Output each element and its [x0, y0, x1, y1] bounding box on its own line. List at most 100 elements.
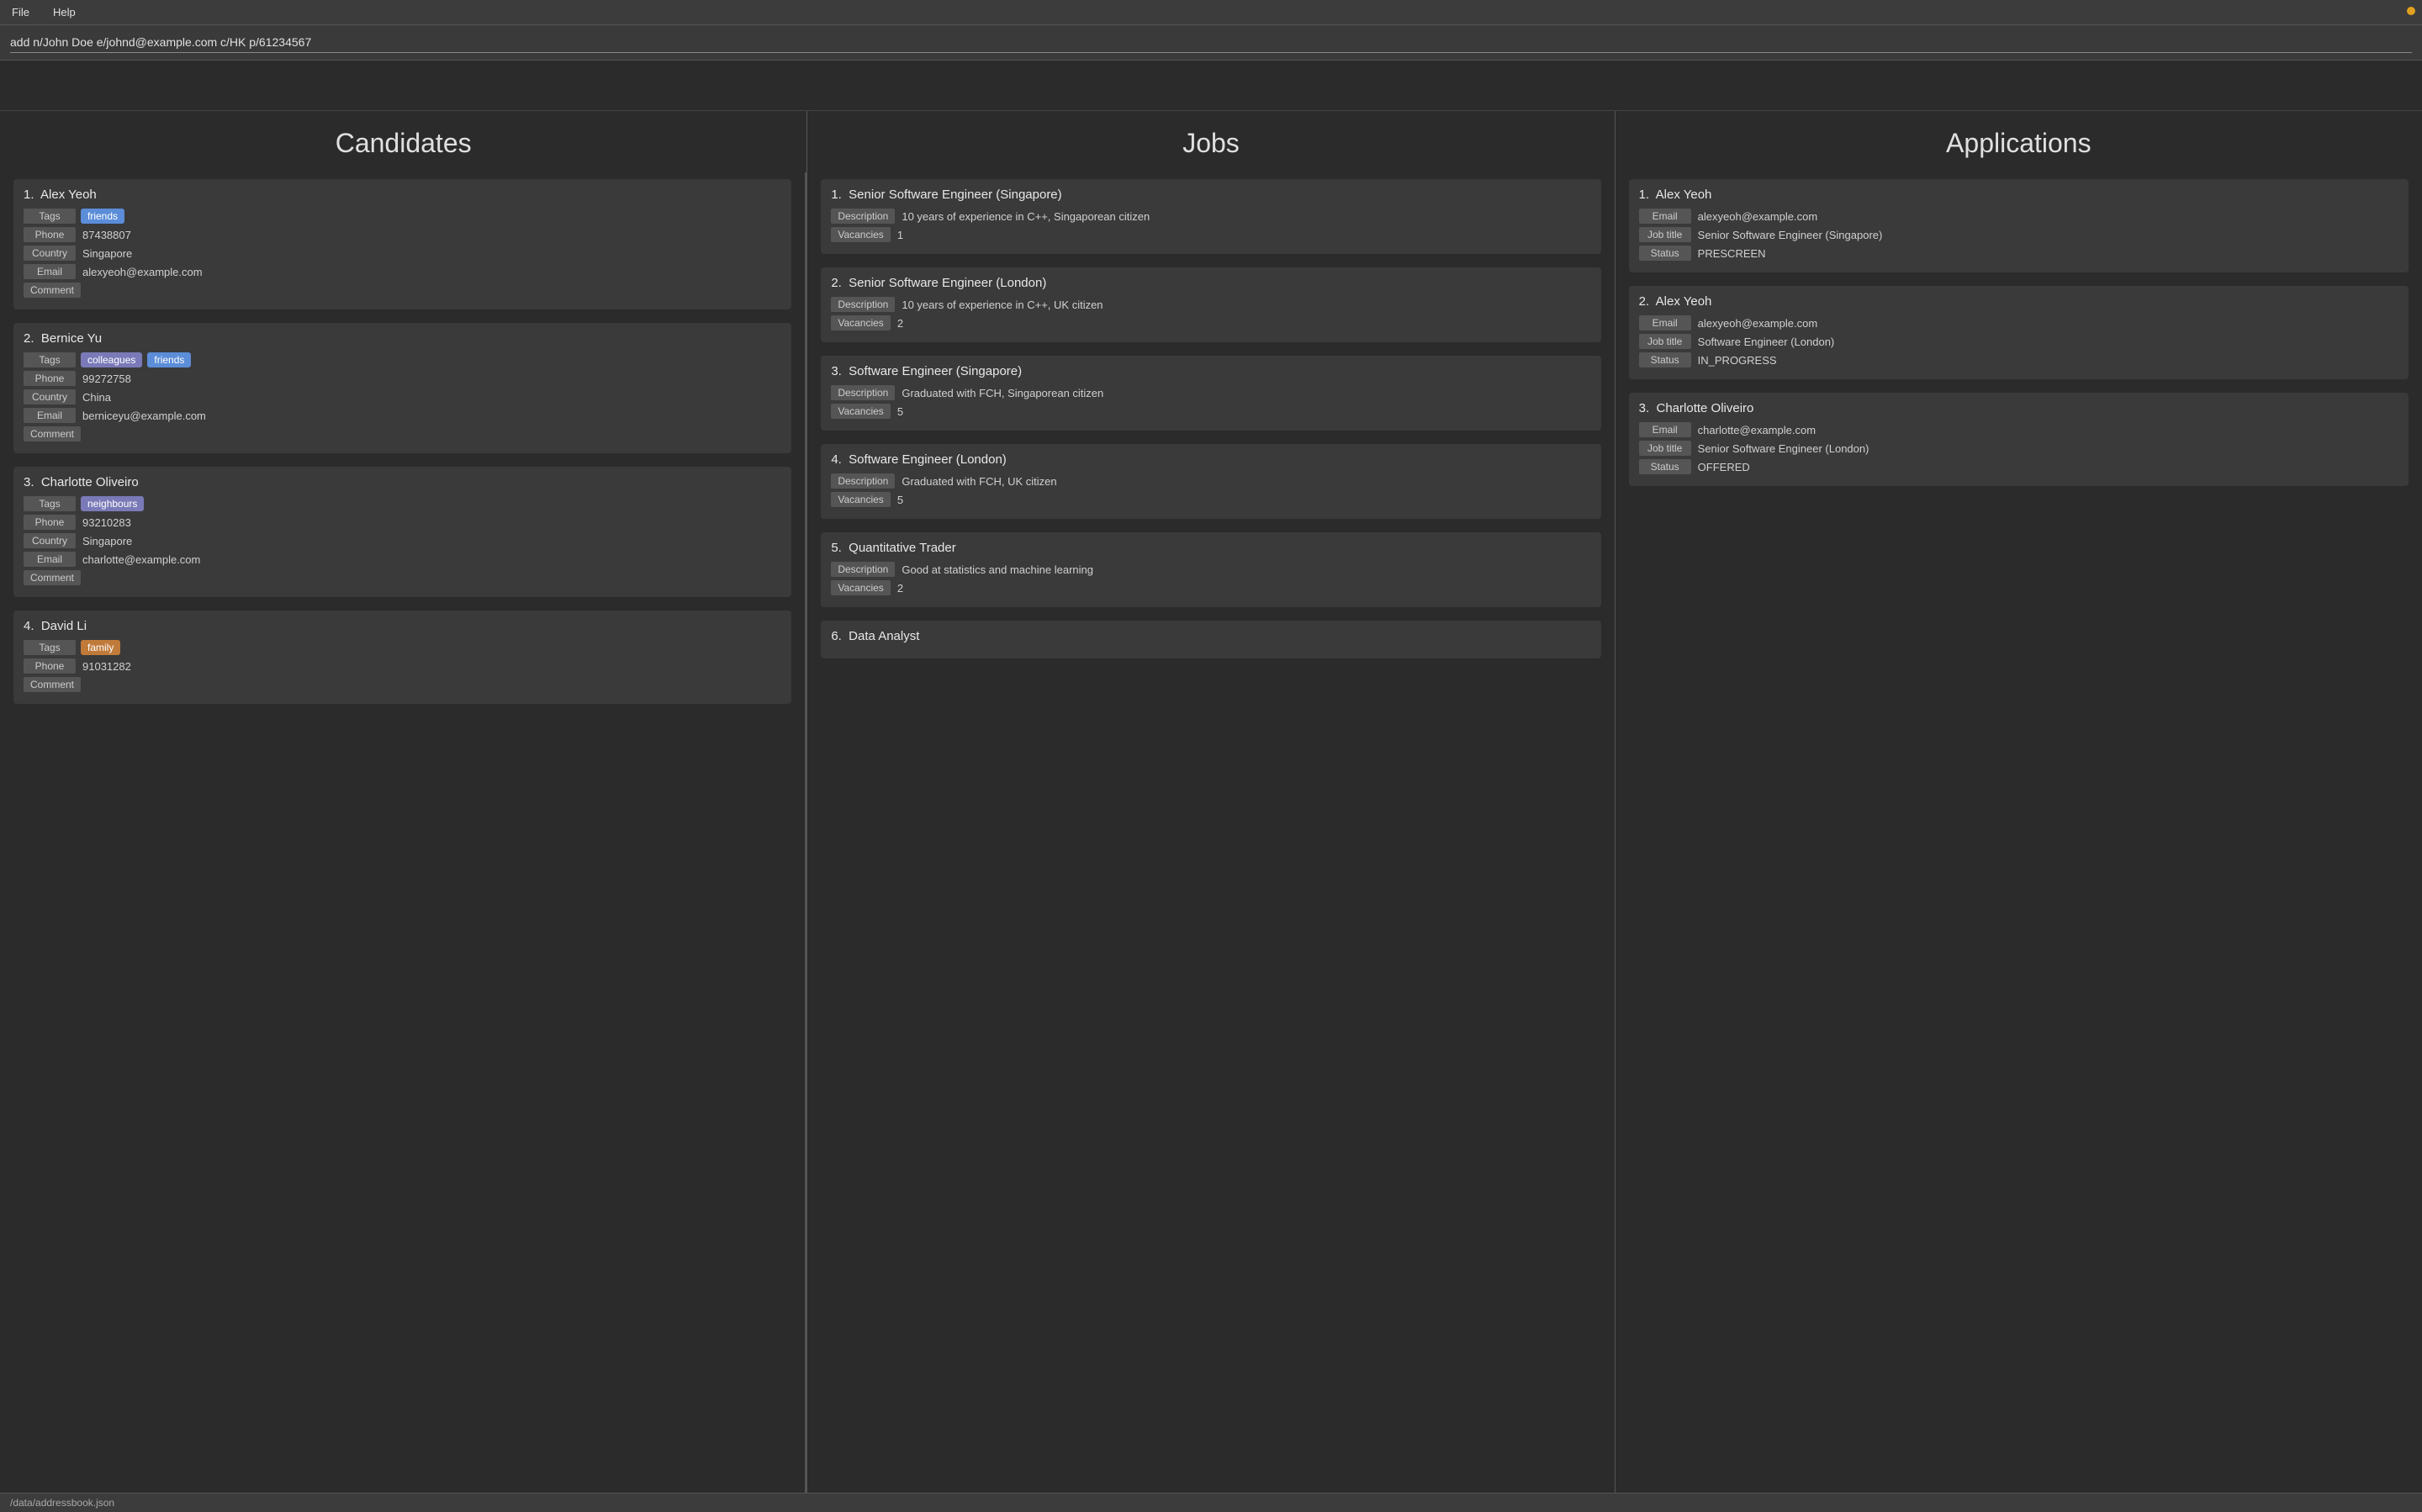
description-label: Description — [831, 473, 895, 489]
phone-value: 93210283 — [82, 516, 131, 529]
app-email-label: Email — [1639, 315, 1691, 330]
phone-label: Phone — [24, 658, 76, 674]
vacancies-label: Vacancies — [831, 227, 890, 242]
app-status-value: PRESCREEN — [1698, 247, 1766, 260]
app-status-label: Status — [1639, 459, 1691, 474]
job-description-row: Description Graduated with FCH, UK citiz… — [831, 473, 1590, 489]
command-bar — [0, 25, 2422, 61]
job-name: 2. Senior Software Engineer (London) — [831, 276, 1590, 290]
app-jobtitle-value: Software Engineer (London) — [1698, 336, 1835, 348]
main-content: Candidates 1. Alex Yeoh Tags friends Pho… — [0, 111, 2422, 1493]
job-description-row: Description Good at statistics and machi… — [831, 562, 1590, 577]
candidate-country-row: Country Singapore — [24, 246, 781, 261]
status-bar: /data/addressbook.json — [0, 1493, 2422, 1512]
app-status-row: Status PRESCREEN — [1639, 246, 2398, 261]
job-name: 3. Software Engineer (Singapore) — [831, 364, 1590, 378]
job-vacancies-row: Vacancies 5 — [831, 404, 1590, 419]
candidates-column: Candidates 1. Alex Yeoh Tags friends Pho… — [0, 111, 807, 1493]
app-status-value: OFFERED — [1698, 461, 1750, 473]
tags-label: Tags — [24, 209, 76, 224]
candidate-tags-row: Tags neighbours — [24, 496, 781, 511]
app-status-label: Status — [1639, 246, 1691, 261]
candidate-tags-row: Tags colleaguesfriends — [24, 352, 781, 367]
candidate-email-row: Email berniceyu@example.com — [24, 408, 781, 423]
job-card: 6. Data Analyst — [821, 621, 1600, 658]
candidate-comment-row: Comment — [24, 677, 781, 692]
jobs-header: Jobs — [807, 111, 1614, 172]
tags-label: Tags — [24, 496, 76, 511]
country-label: Country — [24, 389, 76, 404]
candidate-tags-row: Tags friends — [24, 209, 781, 224]
app-jobtitle-label: Job title — [1639, 441, 1691, 456]
candidate-country-row: Country China — [24, 389, 781, 404]
comment-label: Comment — [24, 283, 81, 298]
app-email-value: alexyeoh@example.com — [1698, 317, 1818, 330]
vacancies-value: 2 — [897, 317, 903, 330]
tag-friends: friends — [147, 352, 191, 367]
comment-label: Comment — [24, 570, 81, 585]
job-vacancies-row: Vacancies 2 — [831, 580, 1590, 595]
vacancies-value: 1 — [897, 229, 903, 241]
job-description-row: Description Graduated with FCH, Singapor… — [831, 385, 1590, 400]
vacancies-value: 5 — [897, 494, 903, 506]
description-value: 10 years of experience in C++, Singapore… — [902, 210, 1150, 223]
description-value: Good at statistics and machine learning — [902, 563, 1093, 576]
menu-help[interactable]: Help — [48, 4, 81, 20]
app-jobtitle-row: Job title Software Engineer (London) — [1639, 334, 2398, 349]
menu-bar: File Help — [0, 0, 2422, 25]
candidate-phone-row: Phone 87438807 — [24, 227, 781, 242]
vacancies-value: 2 — [897, 582, 903, 595]
job-card: 1. Senior Software Engineer (Singapore) … — [821, 179, 1600, 254]
phone-value: 91031282 — [82, 660, 131, 673]
tags-label: Tags — [24, 640, 76, 655]
candidate-card: 4. David Li Tags family Phone 91031282 C… — [13, 611, 791, 704]
job-vacancies-row: Vacancies 1 — [831, 227, 1590, 242]
candidates-header: Candidates — [0, 111, 806, 172]
tag-neighbours: neighbours — [81, 496, 144, 511]
app-email-label: Email — [1639, 209, 1691, 224]
comment-label: Comment — [24, 426, 81, 441]
job-card: 5. Quantitative Trader Description Good … — [821, 532, 1600, 607]
phone-label: Phone — [24, 227, 76, 242]
description-value: Graduated with FCH, UK citizen — [902, 475, 1056, 488]
app-email-row: Email alexyeoh@example.com — [1639, 209, 2398, 224]
description-label: Description — [831, 209, 895, 224]
candidate-phone-row: Phone 99272758 — [24, 371, 781, 386]
app-status-label: Status — [1639, 352, 1691, 367]
candidate-name: 1. Alex Yeoh — [24, 188, 781, 202]
application-card: 2. Alex Yeoh Email alexyeoh@example.com … — [1629, 286, 2409, 379]
candidate-name: 2. Bernice Yu — [24, 331, 781, 346]
candidate-tags-row: Tags family — [24, 640, 781, 655]
application-name: 1. Alex Yeoh — [1639, 188, 2398, 202]
app-email-label: Email — [1639, 422, 1691, 437]
phone-value: 87438807 — [82, 229, 131, 241]
applications-header: Applications — [1616, 111, 2422, 172]
app-status-value: IN_PROGRESS — [1698, 354, 1777, 367]
app-jobtitle-label: Job title — [1639, 227, 1691, 242]
country-value: Singapore — [82, 535, 132, 547]
command-input[interactable] — [10, 32, 2412, 53]
country-label: Country — [24, 246, 76, 261]
tag-colleagues: colleagues — [81, 352, 142, 367]
menu-file[interactable]: File — [7, 4, 34, 20]
vacancies-label: Vacancies — [831, 580, 890, 595]
email-value: berniceyu@example.com — [82, 410, 206, 422]
candidate-card: 2. Bernice Yu Tags colleaguesfriends Pho… — [13, 323, 791, 453]
app-jobtitle-row: Job title Senior Software Engineer (Sing… — [1639, 227, 2398, 242]
candidate-phone-row: Phone 91031282 — [24, 658, 781, 674]
app-email-row: Email charlotte@example.com — [1639, 422, 2398, 437]
phone-label: Phone — [24, 515, 76, 530]
job-name: 5. Quantitative Trader — [831, 541, 1590, 555]
application-name: 2. Alex Yeoh — [1639, 294, 2398, 309]
app-status-row: Status OFFERED — [1639, 459, 2398, 474]
app-email-value: charlotte@example.com — [1698, 424, 1816, 436]
jobs-list: 1. Senior Software Engineer (Singapore) … — [807, 172, 1614, 1493]
job-card: 4. Software Engineer (London) Descriptio… — [821, 444, 1600, 519]
candidate-card: 3. Charlotte Oliveiro Tags neighbours Ph… — [13, 467, 791, 597]
country-label: Country — [24, 533, 76, 548]
job-description-row: Description 10 years of experience in C+… — [831, 297, 1590, 312]
description-label: Description — [831, 297, 895, 312]
job-vacancies-row: Vacancies 5 — [831, 492, 1590, 507]
candidate-comment-row: Comment — [24, 426, 781, 441]
description-label: Description — [831, 385, 895, 400]
